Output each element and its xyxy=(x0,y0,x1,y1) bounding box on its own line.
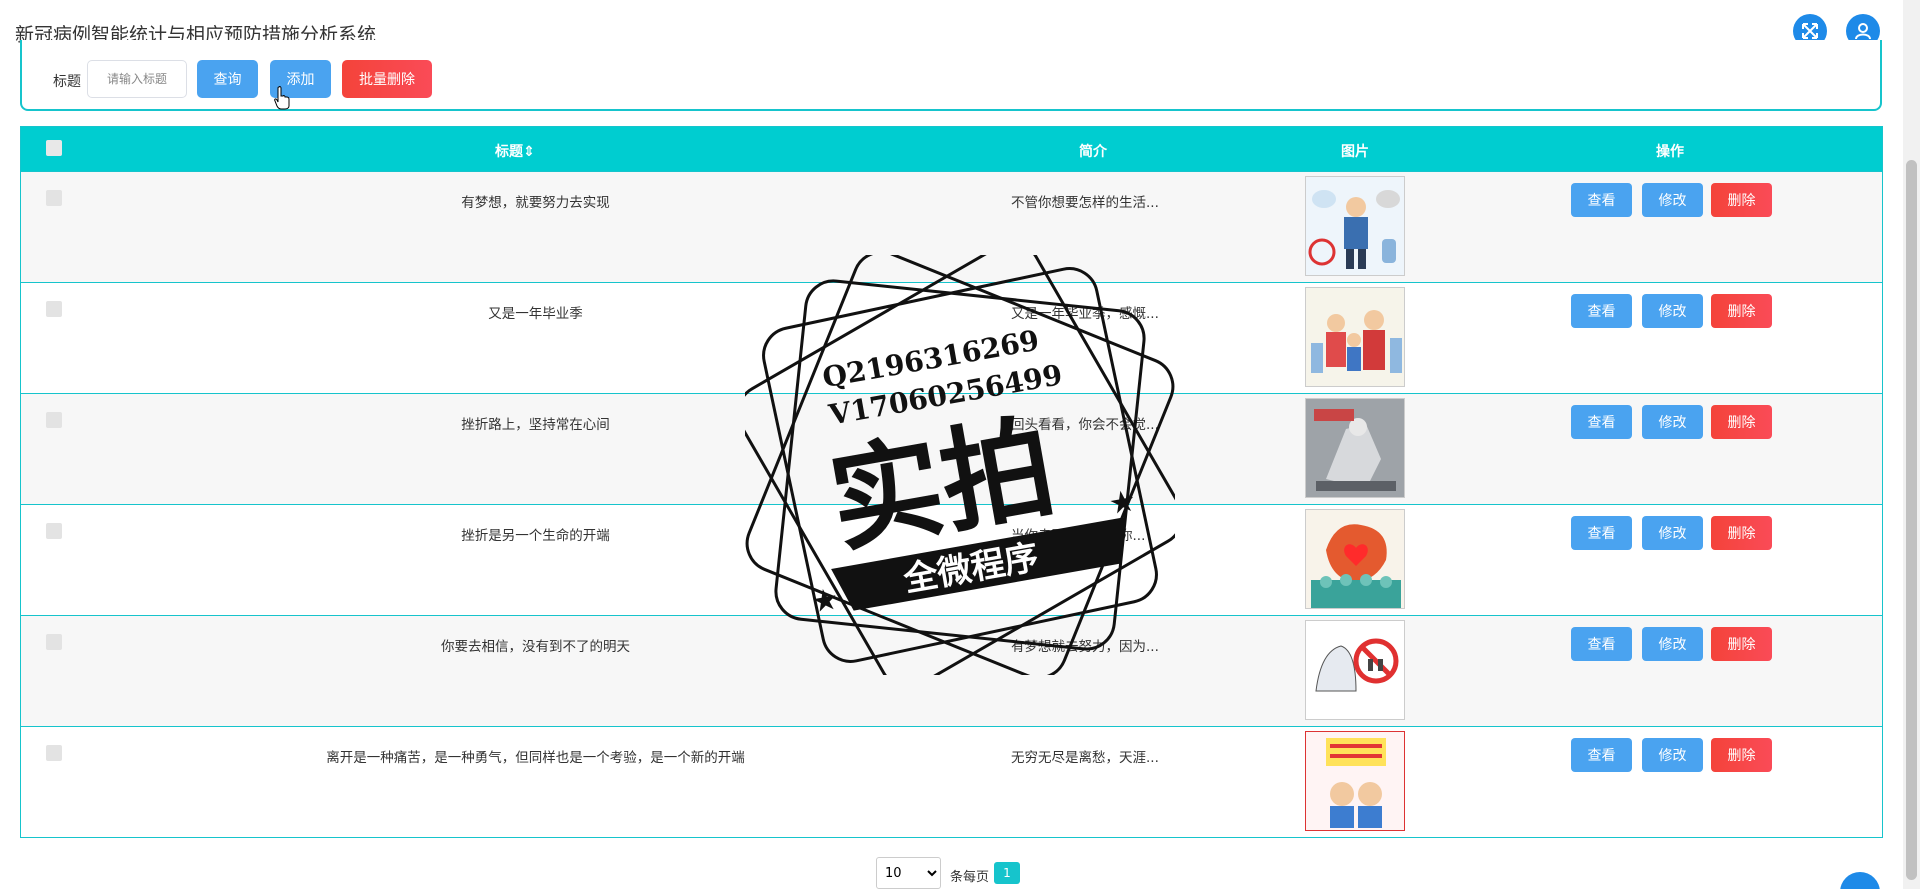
row-checkbox[interactable] xyxy=(46,190,62,206)
row-checkbox[interactable] xyxy=(46,745,62,761)
back-to-top-button[interactable] xyxy=(1840,872,1880,889)
view-button[interactable]: 查看 xyxy=(1571,294,1632,328)
row-intro: 当你走到了绝境，你... xyxy=(1011,528,1146,544)
delete-button[interactable]: 删除 xyxy=(1711,405,1772,439)
view-button[interactable]: 查看 xyxy=(1571,405,1632,439)
table-row: 你要去相信，没有到不了的明天 有梦想就去努力，因为... 查看 修改 删除 xyxy=(21,615,1882,726)
edit-button[interactable]: 修改 xyxy=(1642,516,1703,550)
row-image[interactable] xyxy=(1305,620,1405,720)
table-body: 有梦想，就要努力去实现 不管你想要怎样的生活... 查看 修改 删除 又是一年毕… xyxy=(21,171,1882,837)
delete-button[interactable]: 删除 xyxy=(1711,183,1772,217)
wear-mask-poster-image xyxy=(1306,732,1404,830)
vertical-scrollbar[interactable] xyxy=(1903,0,1920,889)
row-intro: 无穷无尽是离愁，天涯... xyxy=(1011,750,1159,766)
table-row: 挫折路上，坚持常在心间 回头看看，你会不会觉... 查看 修改 删除 xyxy=(21,393,1882,504)
table-header: 标题⇕ 简介 图片 操作 xyxy=(21,127,1882,171)
expand-icon xyxy=(1802,23,1818,39)
view-button[interactable]: 查看 xyxy=(1571,183,1632,217)
table-row: 挫折是另一个生命的开端 当你走到了绝境，你... 查看 修改 删除 xyxy=(21,504,1882,615)
family-mask-image xyxy=(1306,288,1404,386)
no-gathering-image xyxy=(1306,621,1404,719)
row-title: 有梦想，就要努力去实现 xyxy=(461,195,610,211)
row-checkbox[interactable] xyxy=(46,523,62,539)
row-image[interactable] xyxy=(1305,287,1405,387)
row-checkbox[interactable] xyxy=(46,301,62,317)
edit-button[interactable]: 修改 xyxy=(1642,183,1703,217)
view-button[interactable]: 查看 xyxy=(1571,516,1632,550)
select-all-checkbox[interactable] xyxy=(46,140,62,156)
row-intro: 有梦想就去努力，因为... xyxy=(1011,639,1159,655)
row-title: 挫折路上，坚持常在心间 xyxy=(461,417,610,433)
header-title[interactable]: 标题⇕ xyxy=(495,141,535,161)
user-icon xyxy=(1855,23,1871,40)
delete-button[interactable]: 删除 xyxy=(1711,738,1772,772)
sort-icon: ⇕ xyxy=(523,144,535,160)
title-search-input[interactable] xyxy=(87,60,187,98)
table-row: 离开是一种痛苦，是一种勇气，但同样也是一个考验，是一个新的开端 无穷无尽是离愁，… xyxy=(21,726,1882,837)
row-title: 离开是一种痛苦，是一种勇气，但同样也是一个考验，是一个新的开端 xyxy=(326,750,745,766)
table-row: 又是一年毕业季 又是一年毕业季，感慨... 查看 修改 删除 xyxy=(21,282,1882,393)
edit-button[interactable]: 修改 xyxy=(1642,405,1703,439)
row-checkbox[interactable] xyxy=(46,412,62,428)
delete-button[interactable]: 删除 xyxy=(1711,294,1772,328)
row-checkbox[interactable] xyxy=(46,634,62,650)
header-image: 图片 xyxy=(1341,144,1369,160)
search-label: 标题 xyxy=(53,74,81,90)
delete-button[interactable]: 删除 xyxy=(1711,627,1772,661)
hand-cursor-icon xyxy=(274,86,290,110)
header-intro: 简介 xyxy=(1079,144,1107,160)
edit-button[interactable]: 修改 xyxy=(1642,627,1703,661)
page-number-button[interactable]: 1 xyxy=(994,862,1020,884)
row-title: 挫折是另一个生命的开端 xyxy=(461,528,610,544)
row-image[interactable] xyxy=(1305,731,1405,831)
page-size-select[interactable]: 10 xyxy=(876,857,941,889)
mask-poster-image xyxy=(1306,177,1404,275)
medical-worker-image xyxy=(1306,399,1404,497)
header-actions: 操作 xyxy=(1656,144,1684,160)
row-intro: 回头看看，你会不会觉... xyxy=(1011,417,1159,433)
map-heart-image xyxy=(1306,510,1404,608)
scrollbar-thumb[interactable] xyxy=(1906,160,1917,880)
row-image[interactable] xyxy=(1305,398,1405,498)
row-image[interactable] xyxy=(1305,509,1405,609)
per-page-label: 条每页 xyxy=(950,870,990,885)
edit-button[interactable]: 修改 xyxy=(1642,294,1703,328)
view-button[interactable]: 查看 xyxy=(1571,627,1632,661)
query-button[interactable]: 查询 xyxy=(197,60,258,98)
row-image[interactable] xyxy=(1305,176,1405,276)
delete-button[interactable]: 删除 xyxy=(1711,516,1772,550)
data-table: 标题⇕ 简介 图片 操作 有梦想，就要努力去实现 不管你想要怎样的生活... 查… xyxy=(20,126,1883,838)
batch-delete-button[interactable]: 批量删除 xyxy=(342,60,432,98)
row-title: 你要去相信，没有到不了的明天 xyxy=(441,639,630,655)
row-title: 又是一年毕业季 xyxy=(488,306,583,322)
table-row: 有梦想，就要努力去实现 不管你想要怎样的生活... 查看 修改 删除 xyxy=(21,171,1882,282)
view-button[interactable]: 查看 xyxy=(1571,738,1632,772)
edit-button[interactable]: 修改 xyxy=(1642,738,1703,772)
row-intro: 又是一年毕业季，感慨... xyxy=(1011,306,1159,322)
row-intro: 不管你想要怎样的生活... xyxy=(1011,195,1159,211)
